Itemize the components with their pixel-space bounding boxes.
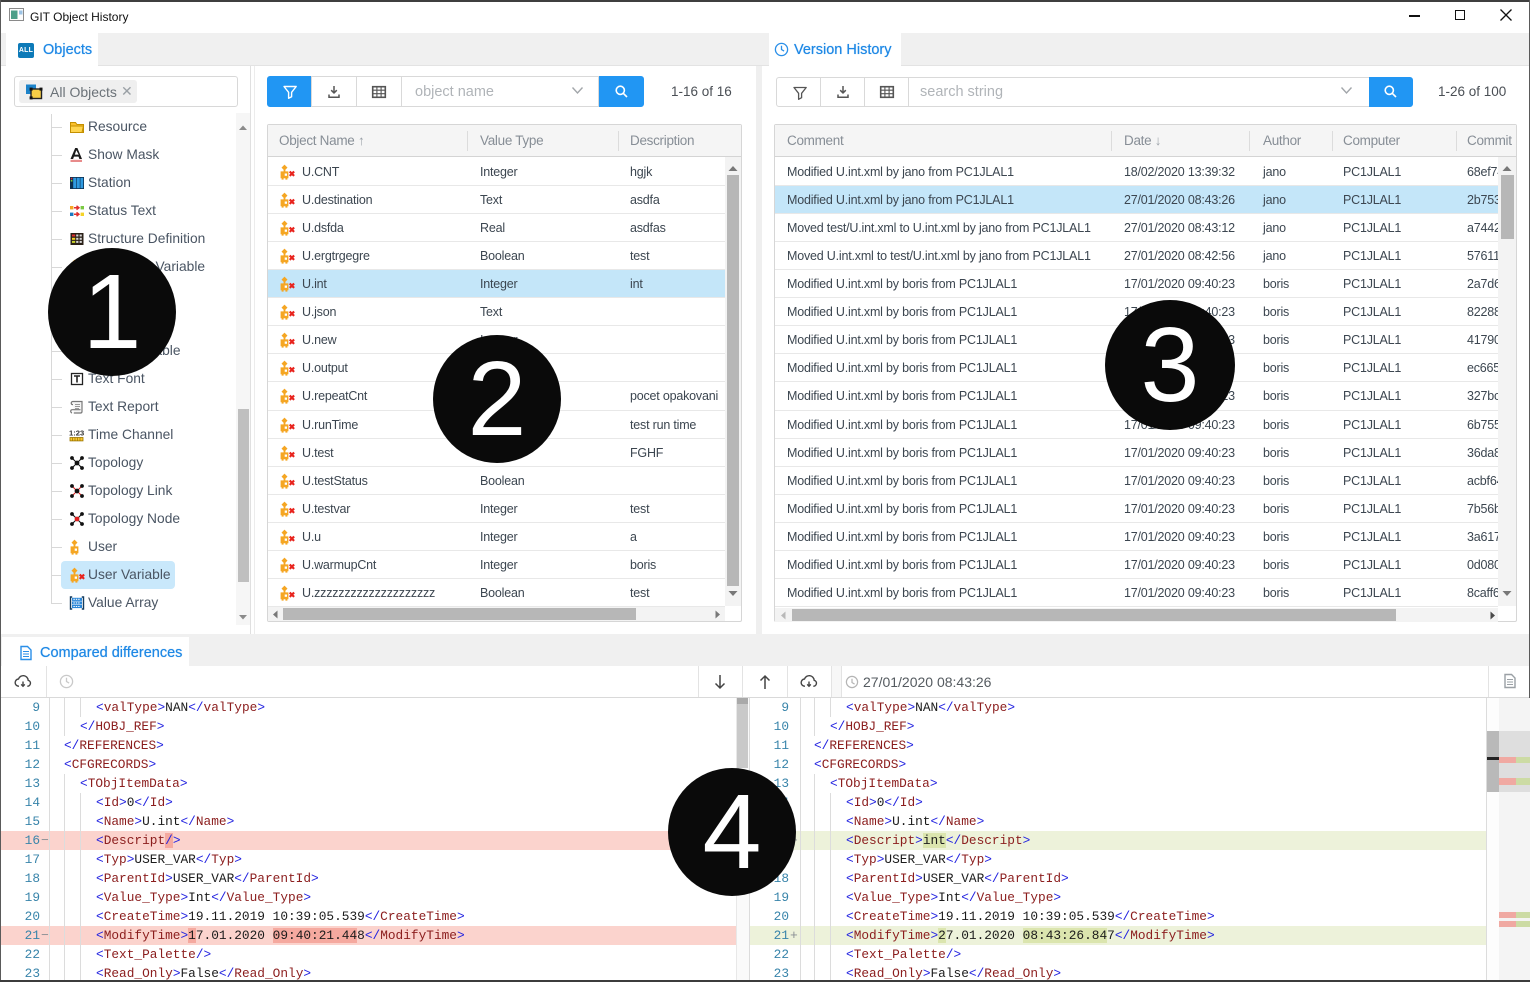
svg-text:1:23: 1:23 bbox=[69, 429, 84, 438]
